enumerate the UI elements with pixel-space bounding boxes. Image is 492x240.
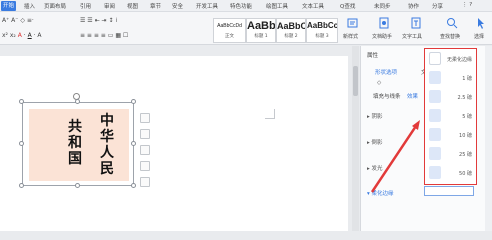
margin-marker <box>265 109 275 119</box>
vertical-scrollbar[interactable] <box>352 46 359 231</box>
right-sidebar <box>485 46 492 231</box>
style-heading-3[interactable]: AaBbCc 标题 3 <box>306 18 338 43</box>
tab-review[interactable]: 审阅 <box>104 2 115 10</box>
layout-options-icon[interactable] <box>140 113 150 123</box>
paragraph-controls-icon[interactable]: ☰ ☰ ⇤ ⇥ ↕ ⁞ <box>80 17 117 24</box>
tab-view[interactable]: 视图 <box>127 2 138 10</box>
swatch-none <box>429 52 441 65</box>
subtab-fill-line[interactable]: 填充与线条 <box>373 92 401 100</box>
select-icon[interactable] <box>475 17 487 29</box>
text-direction-icon[interactable] <box>140 177 150 187</box>
text-column-2[interactable]: 共和国 <box>67 119 83 167</box>
doc-assistant-icon[interactable] <box>378 17 390 29</box>
resize-handle-tr[interactable] <box>131 99 136 104</box>
tab-start[interactable]: 开始 <box>1 1 16 11</box>
text-box[interactable]: 中华人民 共和国 <box>22 102 134 186</box>
resize-handle-t[interactable] <box>75 99 80 104</box>
fill-icon-small[interactable]: ◇ <box>377 80 381 86</box>
align-controls-icon[interactable]: ≡ ≡ ≡ ≡ ▭ ▦ ☐ <box>80 32 128 39</box>
subtab-effects[interactable]: 效果 <box>407 92 418 100</box>
swatch-2-5pt <box>429 90 441 103</box>
search-button[interactable]: Q查找 <box>340 2 355 10</box>
tab-shape-options[interactable]: 形状选项 <box>375 68 397 76</box>
annotation-arrow-icon <box>370 120 420 193</box>
outline-icon[interactable] <box>140 161 150 171</box>
ribbon-tab-row: 开始 插入 页面布局 引用 审阅 视图 章节 安全 开发工具 特色功能 绘图工具… <box>0 0 492 12</box>
tab-references[interactable]: 引用 <box>80 2 91 10</box>
tab-developer[interactable]: 开发工具 <box>196 2 218 10</box>
more-icon[interactable]: ⋮ ? <box>462 2 472 8</box>
sync-status[interactable]: 未同步 <box>374 2 391 10</box>
new-style-icon[interactable] <box>347 17 359 29</box>
soft-edge-none[interactable]: 无柔化边缘 <box>429 52 474 66</box>
style-normal[interactable]: AaBbCcDd 正文 <box>213 18 246 43</box>
collaborate-button[interactable]: 协作 <box>408 2 419 10</box>
resize-handle-bl[interactable] <box>19 183 24 188</box>
tab-chapter[interactable]: 章节 <box>150 2 161 10</box>
text-tools-label: 文字工具 <box>402 34 423 40</box>
doc-assistant-label: 文档助手 <box>372 34 393 40</box>
swatch-1pt <box>429 71 441 84</box>
style-heading-1[interactable]: AaBb 标题 1 <box>246 18 276 43</box>
tab-drawing-tools[interactable]: 绘图工具 <box>266 2 288 10</box>
soft-edge-2-5pt[interactable]: 2.5 磅 <box>429 90 474 104</box>
floating-toolbar <box>140 113 150 195</box>
soft-edge-1pt[interactable]: 1 磅 <box>429 71 474 85</box>
format-controls-icon[interactable]: x² x₂ A · A · A <box>2 32 42 39</box>
tab-special[interactable]: 特色功能 <box>230 2 252 10</box>
tab-security[interactable]: 安全 <box>172 2 183 10</box>
pane-title: 属性 <box>367 53 379 59</box>
style-heading-2[interactable]: AaBbC 标题 2 <box>276 18 306 43</box>
resize-handle-b[interactable] <box>75 183 80 188</box>
find-replace-label: 查找替换 <box>440 34 461 40</box>
tab-page-layout[interactable]: 页面布局 <box>44 2 66 10</box>
font-size-controls-icon[interactable]: A⁺ A⁻ ◇ ≡· <box>2 17 34 24</box>
text-box-fill: 中华人民 共和国 <box>29 109 129 181</box>
select-label: 选择 <box>474 34 485 40</box>
resize-handle-l[interactable] <box>19 141 24 146</box>
fill-icon[interactable] <box>140 145 150 155</box>
text-tools-icon[interactable] <box>410 17 422 29</box>
pen-icon[interactable] <box>140 129 150 139</box>
share-button[interactable]: 分享 <box>432 2 443 10</box>
resize-handle-tl[interactable] <box>19 99 24 104</box>
resize-handle-br[interactable] <box>131 183 136 188</box>
text-column-1[interactable]: 中华人民 <box>99 113 115 177</box>
find-replace-icon[interactable] <box>446 17 458 29</box>
new-style-label: 新样式 <box>343 34 359 40</box>
tab-text-tools[interactable]: 文本工具 <box>302 2 324 10</box>
scroll-thumb[interactable] <box>353 66 358 96</box>
resize-handle-r[interactable] <box>131 141 136 146</box>
tab-insert[interactable]: 插入 <box>24 2 35 10</box>
ribbon-toolbar: A⁺ A⁻ ◇ ≡· x² x₂ A · A · A ☰ ☰ ⇤ ⇥ ↕ ⁞ ≡… <box>0 12 492 45</box>
document-area: 中华人民 共和国 <box>0 46 358 231</box>
